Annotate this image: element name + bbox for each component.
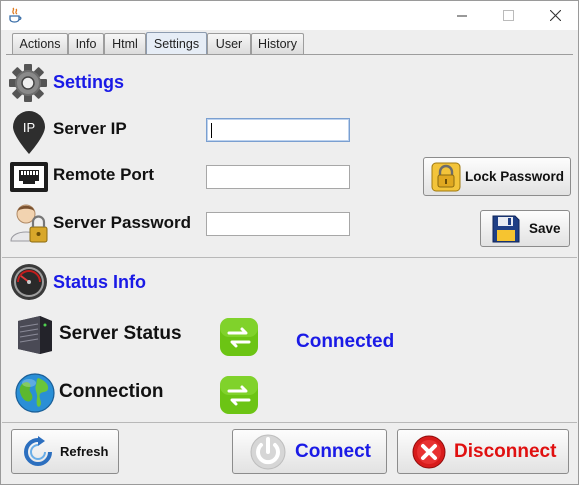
maximize-button[interactable] bbox=[485, 1, 531, 30]
padlock-icon bbox=[431, 162, 461, 191]
save-button[interactable]: Save bbox=[480, 210, 570, 247]
tab-user[interactable]: User bbox=[207, 33, 251, 54]
disconnect-label: Disconnect bbox=[454, 440, 557, 462]
disconnect-button[interactable]: Disconnect bbox=[397, 429, 569, 474]
server-status-value: Connected bbox=[296, 331, 395, 352]
refresh-label: Refresh bbox=[60, 444, 109, 459]
lock-password-label: Lock Password bbox=[465, 169, 565, 184]
tab-panel-border bbox=[6, 54, 573, 55]
text-caret bbox=[211, 123, 212, 138]
app-window: Actions Info Html Settings User History bbox=[0, 0, 579, 485]
lock-password-button[interactable]: Lock Password bbox=[423, 157, 571, 196]
remote-port-input[interactable] bbox=[206, 165, 350, 189]
tab-html[interactable]: Html bbox=[104, 33, 146, 54]
tab-bar: Actions Info Html Settings User History bbox=[1, 30, 578, 55]
ip-icon-text: IP bbox=[23, 120, 35, 135]
floppy-disk-icon bbox=[492, 215, 520, 242]
java-app-icon bbox=[9, 7, 22, 23]
server-status-label: Server Status bbox=[59, 323, 182, 344]
save-label: Save bbox=[529, 221, 561, 236]
sync-arrows-icon bbox=[220, 376, 258, 414]
sync-arrows-icon bbox=[220, 318, 258, 356]
close-button[interactable] bbox=[532, 1, 578, 30]
server-password-input[interactable] bbox=[206, 212, 350, 236]
connection-label: Connection bbox=[59, 381, 164, 402]
tab-settings[interactable]: Settings bbox=[146, 32, 207, 55]
settings-title: Settings bbox=[53, 72, 125, 92]
tab-info[interactable]: Info bbox=[68, 33, 104, 54]
close-circle-icon bbox=[412, 435, 446, 468]
section-divider bbox=[2, 257, 577, 258]
gauge-icon bbox=[11, 264, 47, 300]
gear-icon bbox=[9, 64, 47, 102]
minimize-button[interactable] bbox=[439, 1, 485, 30]
server-ip-input[interactable] bbox=[206, 118, 350, 142]
maximize-icon bbox=[502, 10, 514, 21]
refresh-icon bbox=[24, 435, 52, 466]
footer-divider bbox=[2, 422, 577, 423]
connect-button[interactable]: Connect bbox=[232, 429, 387, 474]
connect-label: Connect bbox=[295, 440, 371, 462]
status-info-title: Status Info bbox=[53, 272, 146, 292]
network-port-icon bbox=[10, 162, 48, 192]
server-ip-label: Server IP bbox=[53, 119, 127, 138]
server-tower-icon bbox=[18, 316, 52, 354]
power-icon bbox=[250, 434, 286, 469]
refresh-button[interactable]: Refresh bbox=[11, 429, 119, 474]
remote-port-label: Remote Port bbox=[53, 165, 155, 184]
server-password-label: Server Password bbox=[53, 213, 191, 232]
tab-actions[interactable]: Actions bbox=[12, 33, 68, 54]
title-bar bbox=[1, 1, 578, 30]
close-icon bbox=[549, 10, 561, 21]
location-pin-ip-icon: IP bbox=[13, 111, 45, 154]
tab-history[interactable]: History bbox=[251, 33, 304, 54]
globe-icon bbox=[15, 373, 55, 413]
minimize-icon bbox=[456, 15, 467, 17]
user-lock-icon bbox=[10, 204, 48, 243]
